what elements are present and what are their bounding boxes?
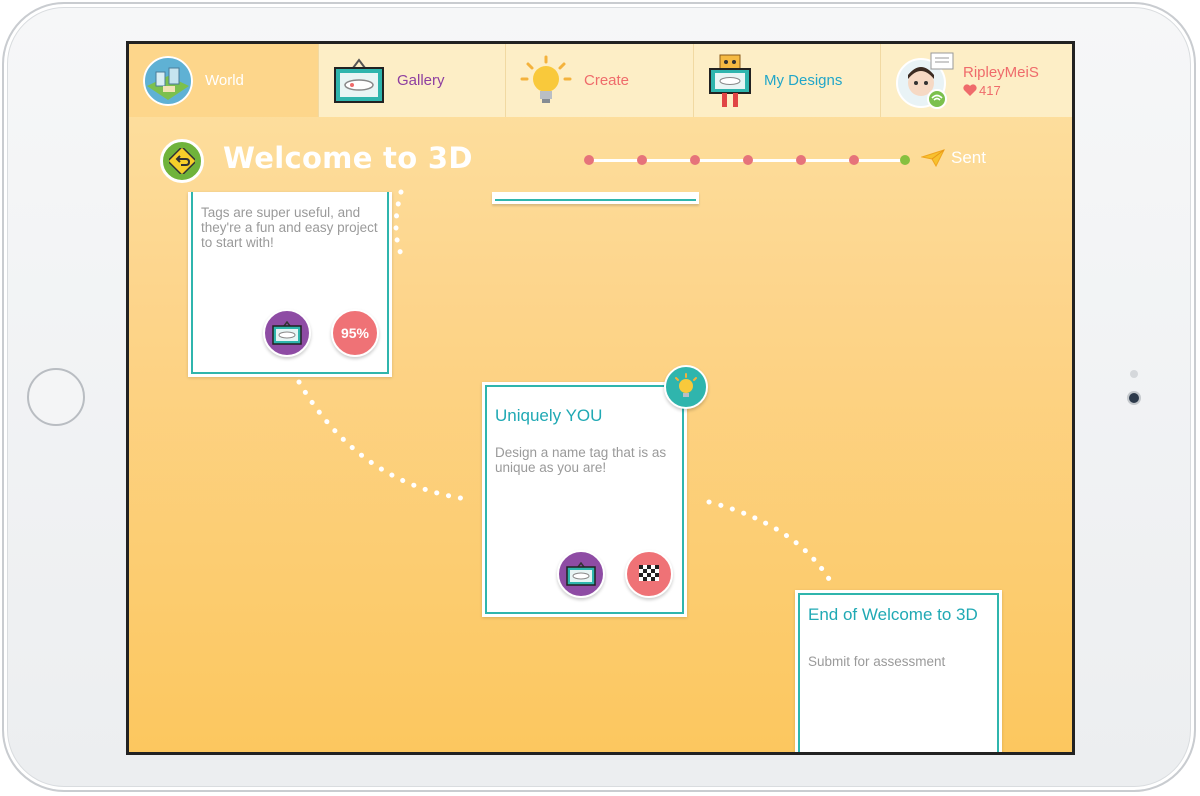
card-title: Uniquely YOU xyxy=(495,406,603,425)
sent-label: Sent xyxy=(951,148,986,167)
gallery-icon xyxy=(334,57,384,103)
tab-world-label: World xyxy=(205,72,244,89)
lightbulb-icon xyxy=(520,55,572,103)
heart-icon xyxy=(963,84,977,96)
lesson-card-end[interactable]: End of Welcome to 3D Submit for assessme… xyxy=(795,590,1002,752)
back-button[interactable] xyxy=(160,139,204,183)
world-icon xyxy=(143,55,193,106)
tab-gallery-label: Gallery xyxy=(397,72,445,89)
card-title: End of Welcome to 3D xyxy=(808,605,978,624)
app-viewport: World Gallery Create My Designs RipleyMe… xyxy=(129,44,1072,752)
card-description: Design a name tag that is as unique as y… xyxy=(495,445,667,475)
progress-step xyxy=(849,155,859,165)
gallery-badge[interactable] xyxy=(263,309,311,357)
card-description: Tags are super useful, and they're a fun… xyxy=(201,205,378,250)
lesson-card-tags[interactable]: Tags are super useful, and they're a fun… xyxy=(188,192,392,377)
progress-step xyxy=(584,155,594,165)
lesson-card-top-partial[interactable] xyxy=(492,192,699,204)
paper-plane-icon xyxy=(921,149,945,167)
tab-profile[interactable]: RipleyMeiS 417 xyxy=(881,44,1072,117)
create-lesson-indicator xyxy=(664,365,708,409)
gallery-icon xyxy=(566,562,596,586)
tab-gallery[interactable]: Gallery xyxy=(319,44,506,117)
home-button[interactable] xyxy=(27,368,85,426)
path-unique-to-end xyxy=(706,499,832,582)
lesson-progress xyxy=(584,152,910,168)
top-navigation: World Gallery Create My Designs RipleyMe… xyxy=(129,44,1072,117)
card-description: Submit for assessment xyxy=(808,654,946,669)
progress-step-current xyxy=(900,155,910,165)
progress-step xyxy=(743,155,753,165)
tab-create[interactable]: Create xyxy=(506,44,694,117)
gallery-icon xyxy=(272,321,302,345)
progress-step xyxy=(637,155,647,165)
tab-my-designs[interactable]: My Designs xyxy=(694,44,881,117)
lesson-card-uniquely-you[interactable]: Uniquely YOU Design a name tag that is a… xyxy=(482,382,687,617)
path-to-top-card xyxy=(393,189,404,257)
avatar-icon xyxy=(896,52,954,109)
robot-icon xyxy=(709,54,751,107)
sent-status[interactable]: Sent xyxy=(921,148,986,168)
username: RipleyMeiS xyxy=(963,63,1039,81)
finish-badge[interactable] xyxy=(625,550,673,598)
screen: World Gallery Create My Designs RipleyMe… xyxy=(126,41,1075,755)
camera-lens xyxy=(1127,391,1141,405)
completion-percent: 95% xyxy=(340,325,370,341)
path-tags-to-unique xyxy=(296,379,470,502)
tab-create-label: Create xyxy=(584,72,630,89)
tab-my-designs-label: My Designs xyxy=(764,72,843,89)
gallery-badge[interactable] xyxy=(557,550,605,598)
page-title: Welcome to 3D xyxy=(223,141,473,175)
light-sensor xyxy=(1130,370,1138,378)
return-sign-icon xyxy=(169,148,195,174)
progress-step xyxy=(796,155,806,165)
lightbulb-icon xyxy=(675,373,697,397)
tab-world[interactable]: World xyxy=(129,44,319,117)
checkered-flag-icon xyxy=(639,565,659,581)
likes-count: 417 xyxy=(979,82,1001,98)
progress-step xyxy=(690,155,700,165)
completion-badge[interactable]: 95% xyxy=(331,309,379,357)
